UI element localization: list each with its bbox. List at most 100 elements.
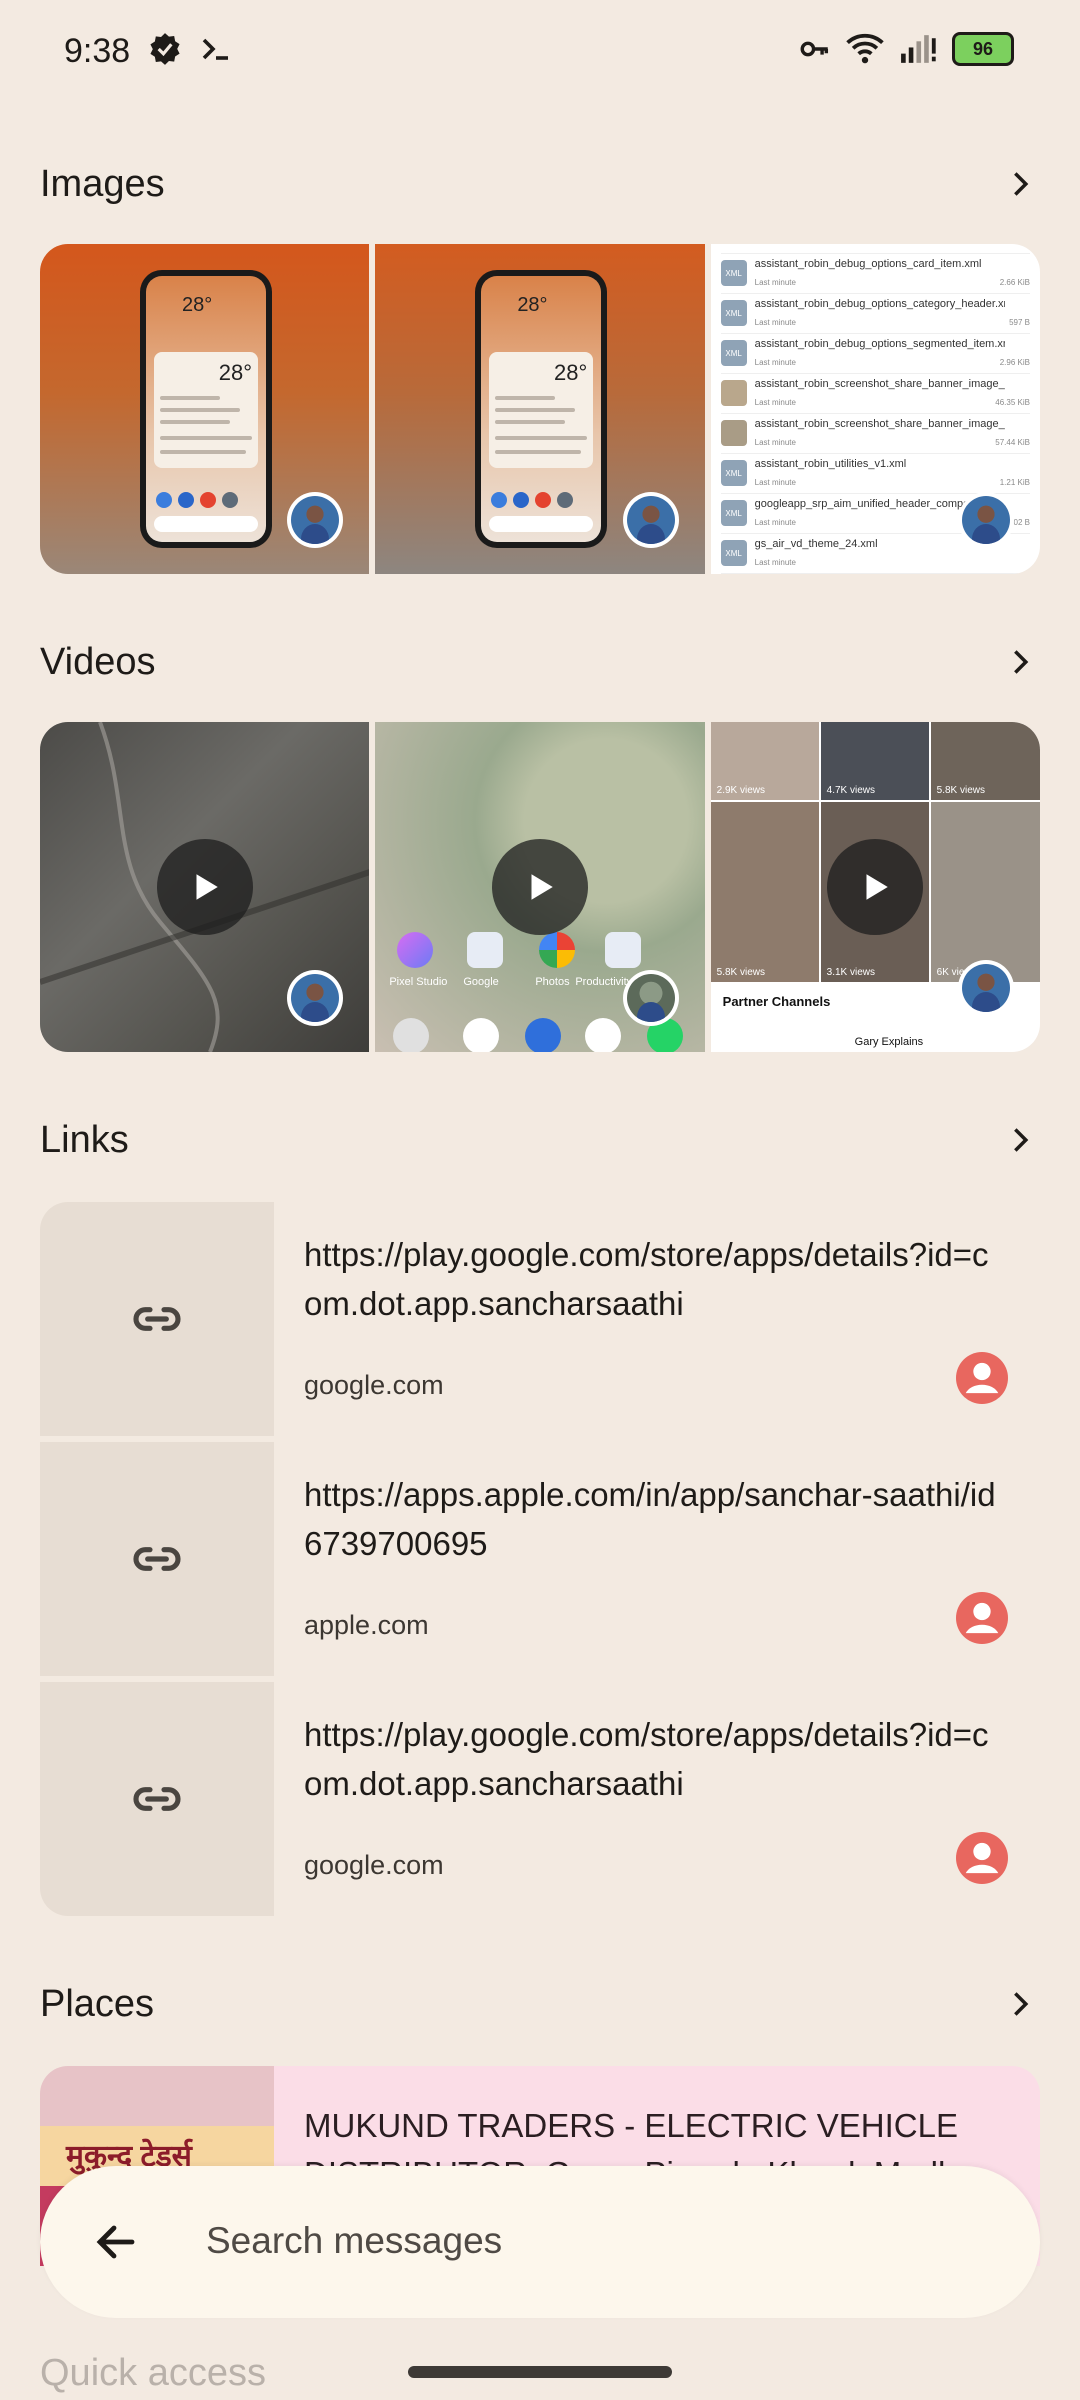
play-button[interactable] [491, 839, 588, 935]
status-time: 9:38 [64, 32, 131, 70]
file-name: assistant_robin_screenshot_share_banner_… [754, 418, 1005, 430]
file-meta: Last minute [754, 318, 796, 327]
video-thumbnail[interactable]: Pixel Studio Google Photos Productivity [375, 722, 705, 1052]
video-thumbnail[interactable]: 2.9K views 4.7K views 5.8K views 5.8K vi… [710, 722, 1040, 1052]
file-row: assistant_robin_screenshot_share_banner_… [720, 414, 1030, 454]
file-size: 597 B [1009, 318, 1030, 327]
video-grid-cell: 5.8K views [930, 722, 1040, 800]
link-url: https://apps.apple.com/in/app/sanchar-sa… [304, 1476, 996, 1562]
videos-header[interactable]: Videos [40, 632, 1040, 692]
file-meta: Last minute [754, 438, 796, 447]
file-meta: Last minute [754, 558, 796, 567]
gemini-app-icon [463, 1018, 500, 1052]
avatar [957, 960, 1014, 1016]
play-button[interactable] [827, 839, 924, 935]
contact-avatar-icon [956, 1592, 1008, 1644]
battery-icon: 96 [952, 32, 1014, 66]
contact-avatar-icon [956, 1832, 1008, 1884]
wifi-icon [846, 33, 884, 64]
video-thumbnail[interactable] [40, 722, 370, 1052]
file-row: assistant_robin_screenshot_share_banner_… [720, 374, 1030, 414]
link-thumbnail [40, 1442, 274, 1676]
link-item[interactable]: https://play.google.com/store/apps/detai… [40, 1202, 1040, 1436]
video-grid-cell: 5.8K views [710, 802, 819, 982]
search-input[interactable]: Search messages [206, 2220, 502, 2262]
link-item[interactable]: https://play.google.com/store/apps/detai… [40, 1682, 1040, 1916]
verified-shield-icon [150, 33, 180, 65]
file-meta: Last minute [754, 478, 796, 487]
view-count: 5.8K views [936, 785, 986, 796]
avatar [957, 492, 1014, 548]
image-thumbnail[interactable]: 28° 28° [375, 244, 705, 574]
partner-channels-label: Partner Channels [722, 994, 831, 1009]
images-row: 28° 28° 28° 28° XML assistant_robin_debu… [40, 244, 1040, 574]
link-domain: google.com [304, 1850, 444, 1880]
places-title: Places [40, 1982, 155, 2025]
phone-screenshot: 28° 28° [475, 270, 608, 548]
view-count: 3.1K views [826, 967, 876, 978]
view-count: 2.9K views [716, 785, 766, 796]
file-size: 2.66 KiB [999, 278, 1030, 287]
xml-file-icon: XML [720, 300, 747, 326]
phone-card-temp: 28° [218, 360, 252, 385]
link-icon [133, 1787, 181, 1811]
places-header[interactable]: Places [40, 1974, 1040, 2034]
file-size: 2.96 KiB [999, 358, 1030, 367]
image-thumbnail[interactable]: 28° 28° [40, 244, 370, 574]
link-item[interactable]: https://apps.apple.com/in/app/sanchar-sa… [40, 1442, 1040, 1676]
google-folder-icon [467, 932, 504, 968]
play-button[interactable] [156, 839, 253, 935]
link-domain: apple.com [304, 1610, 429, 1640]
xml-file-icon: XML [720, 500, 747, 526]
contact-avatar-icon [956, 1352, 1008, 1404]
image-file-icon [720, 380, 747, 406]
file-size: 46.35 KiB [995, 398, 1030, 407]
video-grid-cell: 4.7K views [820, 722, 929, 800]
links-header[interactable]: Links [40, 1110, 1040, 1170]
link-url: https://play.google.com/store/apps/detai… [304, 1716, 989, 1802]
videos-row: Pixel Studio Google Photos Productivity … [40, 722, 1040, 1052]
link-url: https://play.google.com/store/apps/detai… [304, 1236, 989, 1322]
video-grid-cell: 2.9K views [710, 722, 819, 800]
gesture-nav-handle[interactable] [408, 2366, 672, 2378]
avatar [287, 492, 344, 548]
xml-file-icon: XML [720, 460, 747, 486]
file-size: 1.21 KiB [999, 478, 1030, 487]
search-bar[interactable]: Search messages [40, 2166, 1040, 2318]
chevron-right-icon[interactable] [1000, 1984, 1040, 2024]
chevron-right-icon[interactable] [1000, 642, 1040, 682]
productivity-folder-icon [605, 932, 642, 968]
file-row: XML assistant_robin_debug_options_card_it… [720, 254, 1030, 294]
file-meta: Last minute [754, 278, 796, 287]
status-left-icons [146, 30, 234, 68]
images-header[interactable]: Images [40, 154, 1040, 214]
pixel-studio-app-icon [397, 932, 434, 968]
view-count: 4.7K views [826, 785, 876, 796]
slack-app-icon [393, 1018, 430, 1052]
file-name: assistant_robin_debug_options_card_item.… [754, 258, 982, 270]
avatar [622, 970, 679, 1026]
back-arrow-icon[interactable] [92, 2218, 140, 2266]
status-right-icons: 96 [798, 32, 1014, 66]
view-count: 5.8K views [716, 967, 766, 978]
link-thumbnail [40, 1682, 274, 1916]
videos-title: Videos [40, 640, 156, 683]
link-thumbnail [40, 1202, 274, 1436]
image-thumbnail[interactable]: XML assistant_robin_debug_options_card_it… [710, 244, 1040, 574]
file-row: XML assistant_robin_utilities_v1.xml Last … [720, 454, 1030, 494]
settings-app-icon [525, 1018, 562, 1052]
partner-channel-name: Gary Explains [854, 1036, 924, 1048]
phone-temp: 28° [182, 294, 213, 316]
link-domain: google.com [304, 1370, 444, 1400]
file-name: assistant_robin_screenshot_share_banner_… [754, 378, 1005, 390]
file-row: XML assistant_robin_debug_options_categor… [720, 294, 1030, 334]
images-title: Images [40, 162, 165, 205]
key-icon [800, 41, 829, 57]
chevron-right-icon[interactable] [1000, 164, 1040, 204]
signal-icon [901, 35, 936, 63]
chevron-right-icon[interactable] [1000, 1120, 1040, 1160]
file-meta: Last minute [754, 518, 796, 527]
phone-screenshot: 28° 28° [140, 270, 272, 548]
file-name: assistant_robin_debug_options_segmented_… [754, 338, 1005, 350]
avatar [287, 970, 344, 1026]
